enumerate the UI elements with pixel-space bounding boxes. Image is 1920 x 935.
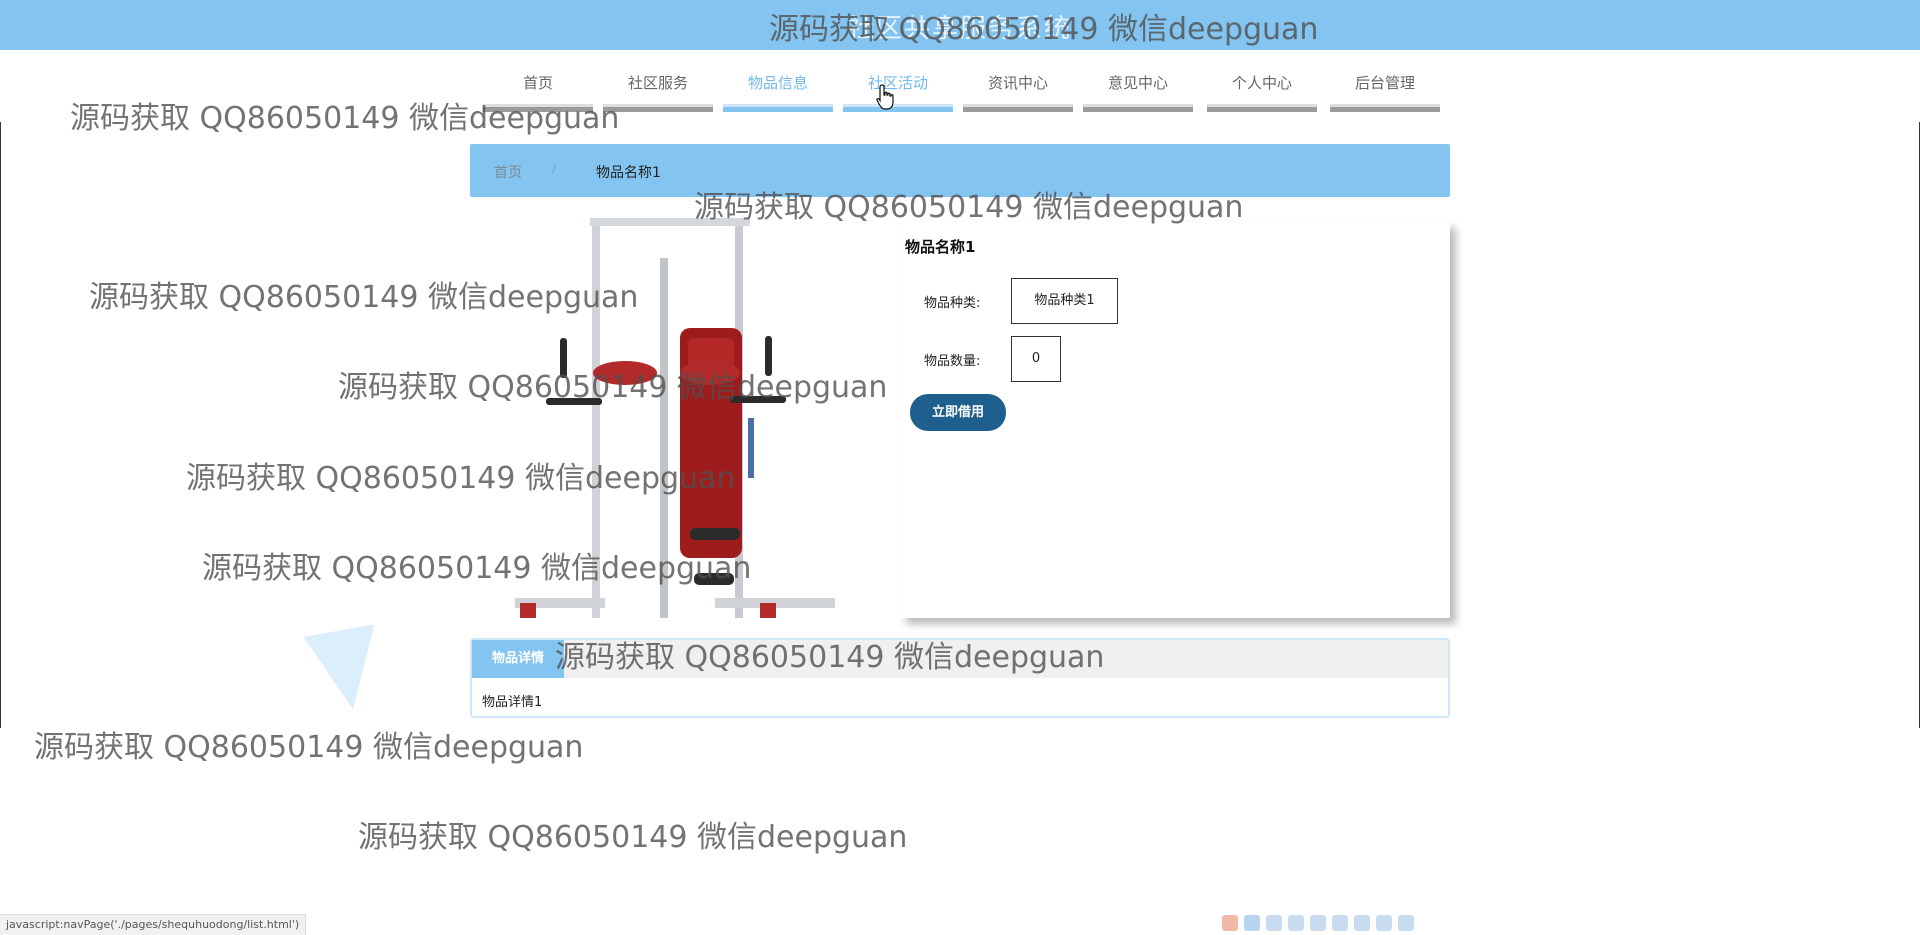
nav-item-item-info[interactable]: 物品信息: [723, 66, 833, 112]
moon-icon[interactable]: [1266, 915, 1282, 931]
breadcrumb-separator: /: [552, 162, 557, 177]
product-info-panel: 物品名称1 物品种类: 物品种类1 物品数量: 0 立即借用: [900, 222, 1450, 618]
shirt-icon[interactable]: [1376, 915, 1392, 931]
settings-icon[interactable]: [1398, 915, 1414, 931]
nav-item-news-center[interactable]: 资讯中心: [963, 66, 1073, 112]
nav-item-personal-center[interactable]: 个人中心: [1207, 66, 1317, 112]
nav-underline: [1083, 104, 1193, 112]
hand-pointer-icon: [876, 84, 894, 110]
quantity-label: 物品数量:: [924, 354, 981, 369]
quantity-value: 0: [1011, 336, 1061, 382]
nav-underline: [1207, 104, 1317, 112]
nav-item-label: 首页: [522, 74, 553, 92]
nav-item-label: 物品信息: [747, 74, 808, 92]
breadcrumb-current: 物品名称1: [596, 165, 661, 181]
nav-item-label: 意见中心: [1107, 74, 1168, 92]
nav-underline: [723, 104, 833, 112]
voice-icon[interactable]: [1332, 915, 1348, 931]
borrow-now-button[interactable]: 立即借用: [910, 394, 1006, 431]
breadcrumb-home-link[interactable]: 首页: [494, 162, 522, 182]
tab-item-details[interactable]: 物品详情: [472, 640, 564, 678]
punctuation-icon[interactable]: [1288, 915, 1304, 931]
grid-icon[interactable]: [1354, 915, 1370, 931]
nav-item-admin[interactable]: 后台管理: [1330, 66, 1440, 112]
chinese-mode-icon[interactable]: [1244, 915, 1260, 931]
nav-item-label: 社区活动: [867, 74, 928, 92]
product-image: [510, 218, 870, 618]
nav-item-label: 个人中心: [1231, 74, 1292, 92]
nav-item-community-activity[interactable]: 社区活动: [843, 66, 953, 112]
nav-item-label: 社区服务: [627, 74, 688, 92]
left-frame-line: [0, 122, 1, 728]
watermark-text: 源码获取 QQ86050149 微信deepguan: [34, 730, 584, 765]
nav-item-community-service[interactable]: 社区服务: [603, 66, 713, 112]
nav-item-home[interactable]: 首页: [483, 66, 593, 112]
details-content: 物品详情1: [482, 695, 543, 710]
nav-item-label: 后台管理: [1354, 74, 1415, 92]
details-tab-bar: 物品详情: [472, 640, 1448, 678]
browser-status-bar: javascript:navPage('./pages/shequhuodong…: [0, 914, 307, 935]
nav-item-feedback-center[interactable]: 意见中心: [1083, 66, 1193, 112]
nav-underline: [1330, 104, 1440, 112]
site-title: 社区共享服务系统: [847, 14, 1072, 44]
watermark-text: 源码获取 QQ86050149 微信deepguan: [358, 820, 908, 855]
category-value: 物品种类1: [1011, 278, 1118, 324]
nav-item-label: 资讯中心: [987, 74, 1048, 92]
nav-underline: [843, 104, 953, 112]
sogou-logo-icon[interactable]: [1222, 915, 1238, 931]
nav-underline: [603, 104, 713, 112]
category-label: 物品种类:: [924, 296, 981, 311]
nav-underline: [963, 104, 1073, 112]
product-title: 物品名称1: [905, 238, 976, 256]
keyboard-icon[interactable]: [1310, 915, 1326, 931]
details-section: 物品详情 物品详情1: [470, 638, 1450, 718]
nav-underline: [483, 104, 593, 112]
breadcrumb: 首页 / 物品名称1: [470, 144, 1450, 197]
main-nav: 首页 社区服务 物品信息 社区活动 资讯中心 意见中心 个人中心 后台管理: [0, 66, 1920, 116]
ime-toolbar: [1222, 912, 1414, 934]
top-header-bar: 社区共享服务系统: [0, 0, 1920, 50]
triangle-decoration: [303, 624, 389, 716]
